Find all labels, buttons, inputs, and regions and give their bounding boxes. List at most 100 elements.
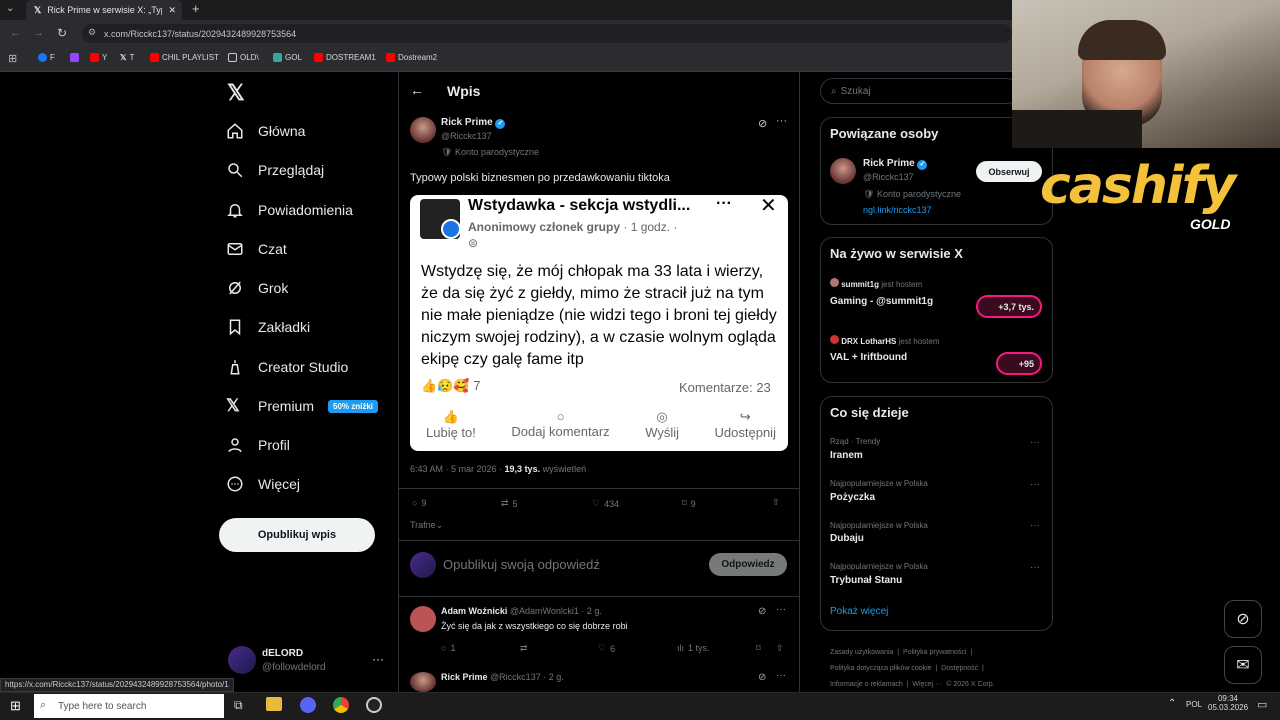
footer-link[interactable]: Dostępność bbox=[941, 665, 978, 672]
new-tab-icon[interactable]: + bbox=[192, 1, 200, 16]
author-name[interactable]: Rick Prime ✓ bbox=[441, 117, 506, 129]
sort-dropdown[interactable]: Trafne⌄ bbox=[410, 520, 443, 531]
file-explorer-icon[interactable] bbox=[266, 697, 282, 711]
reply-input[interactable]: Opublikuj swoją odpowiedź bbox=[443, 557, 600, 572]
address-bar[interactable]: x.com/Ricckc137/status/20294324899287535… bbox=[82, 24, 1012, 43]
bookmark-t[interactable]: 𝕏T bbox=[120, 53, 134, 62]
reply-more-icon[interactable]: ··· bbox=[776, 604, 786, 615]
related-name[interactable]: Rick Prime ✓ bbox=[863, 158, 928, 170]
bookmark-dostream2[interactable]: Dostream2 bbox=[386, 53, 437, 62]
nav-more[interactable]: Więcej bbox=[226, 472, 300, 496]
footer-link[interactable]: Polityka dotycząca plików cookie bbox=[830, 665, 932, 672]
bookmark-y[interactable]: Y bbox=[90, 53, 107, 62]
reply-like-action[interactable]: ♡ 6 bbox=[598, 643, 615, 654]
trend-more-icon[interactable]: ··· bbox=[1030, 562, 1040, 573]
nav-profile[interactable]: Profil bbox=[226, 433, 290, 457]
bookmark-action[interactable]: ⌑ 9 bbox=[682, 498, 696, 509]
trend-more-icon[interactable]: ··· bbox=[1030, 520, 1040, 531]
nav-notifications[interactable]: Powiadomienia bbox=[226, 198, 353, 222]
messages-float-icon[interactable]: ✉ bbox=[1224, 646, 1262, 684]
grok-analyze-icon[interactable]: ⊘ bbox=[758, 117, 767, 130]
author-avatar[interactable] bbox=[410, 117, 436, 143]
task-view-icon[interactable]: ⧉ bbox=[234, 698, 243, 713]
live-count-badge[interactable]: +3,7 tys. bbox=[976, 295, 1042, 318]
obs-icon[interactable] bbox=[366, 697, 382, 713]
nav-grok[interactable]: Grok bbox=[226, 276, 288, 300]
back-arrow-icon[interactable]: ← bbox=[410, 82, 424, 98]
language-indicator[interactable]: POL bbox=[1186, 700, 1202, 709]
grok-analyze-icon[interactable]: ⊘ bbox=[758, 672, 766, 683]
discord-icon[interactable] bbox=[300, 697, 316, 713]
tab-active[interactable]: 𝕏 Rick Prime w serwisie X: „Typow ✕ bbox=[26, 0, 182, 20]
reply-views[interactable]: ılı 1 tys. bbox=[677, 643, 710, 653]
live-stream-title[interactable]: VAL + Iriftbound bbox=[830, 352, 907, 363]
repost-action[interactable]: ⇄ 5 bbox=[501, 498, 518, 509]
tab-menu-icon[interactable]: ⌄ bbox=[6, 3, 14, 14]
chrome-icon[interactable] bbox=[333, 697, 349, 713]
bookmark-chil[interactable]: CHIL PLAYLIST bbox=[150, 53, 219, 62]
fb-privacy-icon: ⊜ bbox=[468, 236, 479, 250]
live-count-badge[interactable]: +95 bbox=[996, 352, 1042, 375]
bookmark-twitch-icon[interactable] bbox=[70, 53, 79, 62]
site-info-icon[interactable]: ⚙ bbox=[88, 27, 96, 38]
nav-chat[interactable]: Czat bbox=[226, 237, 287, 261]
trend-name[interactable]: Pożyczka bbox=[830, 492, 875, 503]
trend-more-icon[interactable]: ··· bbox=[1030, 479, 1040, 490]
taskbar-search[interactable]: Type here to search bbox=[34, 694, 224, 718]
author-handle[interactable]: @Ricckc137 bbox=[441, 131, 492, 141]
grok-analyze-icon[interactable]: ⊘ bbox=[758, 606, 766, 617]
account-menu-icon[interactable]: ··· bbox=[372, 652, 384, 666]
tray-chevron-icon[interactable]: ⌃ bbox=[1168, 698, 1176, 709]
bookmark-gol[interactable]: GOL bbox=[273, 53, 302, 62]
windows-start-icon[interactable]: ⊞ bbox=[10, 698, 21, 714]
nav-home[interactable]: Główna bbox=[226, 119, 305, 143]
trend-more-icon[interactable]: ··· bbox=[1030, 437, 1040, 448]
reply-author-avatar[interactable] bbox=[410, 672, 436, 692]
show-more-link[interactable]: Pokaż więcej bbox=[830, 606, 888, 617]
reply-author-avatar[interactable] bbox=[410, 606, 436, 632]
reply-bookmark[interactable]: ⌑ bbox=[756, 643, 761, 654]
related-link[interactable]: ngl.link/ricckc137 bbox=[863, 205, 932, 215]
trend-name[interactable]: Iranem bbox=[830, 450, 863, 461]
follow-button[interactable]: Obserwuj bbox=[976, 161, 1042, 182]
publish-button[interactable]: Opublikuj wpis bbox=[219, 518, 375, 552]
trend-name[interactable]: Trybunał Stanu bbox=[830, 575, 902, 586]
nav-bookmarks[interactable]: Zakładki bbox=[226, 315, 310, 339]
post-more-icon[interactable]: ··· bbox=[776, 115, 787, 127]
footer-link[interactable]: Zasady użytkowania bbox=[830, 649, 893, 656]
cashify-sub: GOLD bbox=[1190, 216, 1231, 232]
like-action[interactable]: ♡ 434 bbox=[592, 498, 619, 509]
reply-repost-action[interactable]: ⇄ bbox=[520, 643, 528, 654]
x-logo-icon[interactable]: 𝕏 bbox=[227, 80, 245, 106]
bookmark-f[interactable]: F bbox=[38, 53, 55, 62]
account-avatar[interactable] bbox=[228, 646, 256, 674]
grok-float-icon[interactable]: ⊘ bbox=[1224, 600, 1262, 638]
back-icon[interactable]: ← bbox=[10, 27, 21, 39]
notifications-icon[interactable]: ▭ bbox=[1257, 698, 1267, 711]
search-field[interactable]: ⌕ Szukaj bbox=[820, 78, 1020, 104]
live-stream-title[interactable]: Gaming - @summit1g bbox=[830, 296, 933, 307]
search-icon bbox=[228, 163, 243, 178]
post-image[interactable]: Wstydawka - sekcja wstydli... ··· ✕ Anon… bbox=[410, 195, 788, 451]
bookmark-dostream1[interactable]: DOSTREAM1 bbox=[314, 53, 376, 62]
tab-close-icon[interactable]: ✕ bbox=[168, 5, 182, 16]
nav-explore[interactable]: Przeglądaj bbox=[226, 158, 324, 182]
share-action[interactable]: ⇧ bbox=[772, 497, 780, 508]
reply-button[interactable]: Odpowiedz bbox=[709, 553, 787, 576]
footer-link[interactable]: Więcej ··· bbox=[912, 681, 942, 688]
footer-link[interactable]: Polityka prywatności bbox=[903, 649, 966, 656]
reload-icon[interactable]: ↻ bbox=[57, 26, 67, 40]
trend-name[interactable]: Dubaju bbox=[830, 533, 864, 544]
related-avatar[interactable] bbox=[830, 158, 856, 184]
footer-link[interactable]: Informacje o reklamach bbox=[830, 681, 903, 688]
nav-premium[interactable]: 𝕏 Premium 50% zniżki bbox=[226, 394, 379, 418]
reply-share[interactable]: ⇧ bbox=[776, 643, 784, 654]
forward-icon[interactable]: → bbox=[33, 27, 44, 39]
reply-more-icon[interactable]: ··· bbox=[776, 670, 786, 681]
reply-reply-action[interactable]: ○ 1 bbox=[441, 643, 455, 653]
apps-icon[interactable]: ⊞ bbox=[8, 52, 17, 65]
reply-action[interactable]: ○ 9 bbox=[412, 498, 426, 508]
clock[interactable]: 09:34 05.03.2026 bbox=[1208, 694, 1248, 712]
bookmark-old[interactable]: OLD\ bbox=[228, 53, 259, 62]
nav-creator-studio[interactable]: Creator Studio bbox=[226, 355, 348, 379]
